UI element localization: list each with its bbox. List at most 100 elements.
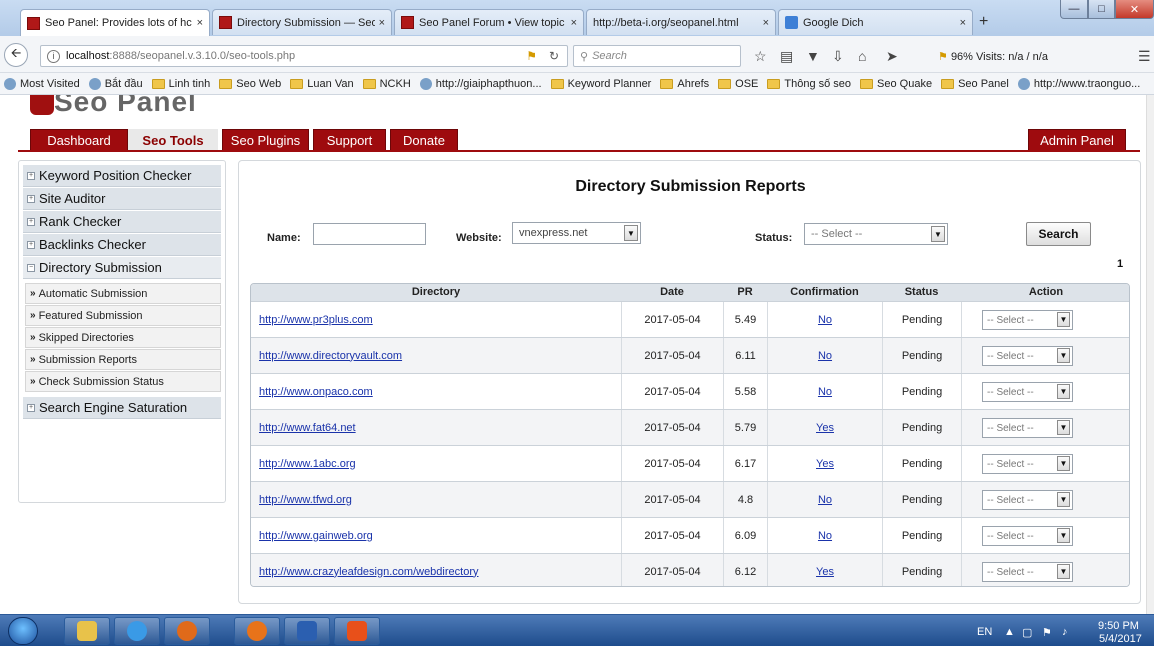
browser-tab[interactable]: Seo Panel: Provides lots of hc × (20, 9, 210, 36)
nav-donate[interactable]: Donate (390, 129, 458, 151)
close-tab-icon[interactable]: × (763, 17, 769, 29)
confirmation-link[interactable]: Yes (816, 458, 834, 470)
menu-icon[interactable]: ☰ (1138, 48, 1151, 65)
url-bar[interactable]: i localhost:8888/seopanel.v.3.10.0/seo-t… (40, 45, 568, 67)
sidebar-item-rank-checker[interactable]: + Rank Checker (23, 211, 221, 233)
action-select[interactable]: -- Select -- ▼ (982, 418, 1073, 438)
browser-tab[interactable]: Directory Submission — Seo × (212, 9, 392, 35)
bookmark-folder[interactable]: Seo Quake (860, 78, 932, 90)
pagination-page[interactable]: 1 (1117, 258, 1123, 270)
action-select[interactable]: -- Select -- ▼ (982, 382, 1073, 402)
taskbar-firefox[interactable] (234, 617, 280, 645)
sidebar-item-site-auditor[interactable]: + Site Auditor (23, 188, 221, 210)
bookmark-item[interactable]: http://www.traonguo... (1017, 77, 1140, 90)
action-select[interactable]: -- Select -- ▼ (982, 490, 1073, 510)
nav-dashboard[interactable]: Dashboard (30, 129, 128, 151)
chevron-down-icon[interactable]: ▼ (624, 225, 638, 241)
show-hidden-icons-icon[interactable]: ▲ (1004, 626, 1015, 638)
close-window-button[interactable]: ✕ (1115, 0, 1154, 19)
bookmark-folder[interactable]: Thông số seo (767, 78, 851, 90)
taskbar-media-player[interactable] (164, 617, 210, 645)
reading-list-icon[interactable]: ▤ (780, 48, 793, 65)
start-button[interactable] (8, 617, 38, 645)
browser-tab[interactable]: Google Dich × (778, 9, 973, 35)
browser-tab[interactable]: Seo Panel Forum • View topic × (394, 9, 584, 35)
search-input[interactable]: ⚲ Search (573, 45, 741, 67)
sidebar-subitem-featured-submission[interactable]: » Featured Submission (25, 305, 221, 326)
sidebar-subitem-automatic-submission[interactable]: » Automatic Submission (25, 283, 221, 304)
confirmation-link[interactable]: No (818, 494, 832, 506)
website-select[interactable]: vnexpress.net ▼ (512, 222, 641, 244)
site-info-icon[interactable]: i (47, 49, 60, 63)
bookmark-star-icon[interactable]: ☆ (754, 48, 767, 65)
chevron-down-icon[interactable]: ▼ (1057, 492, 1070, 507)
seo-panel-logo[interactable]: Seo Panel (54, 95, 197, 118)
sidebar-item-directory-submission[interactable]: − Directory Submission (23, 257, 221, 279)
nav-seo-plugins[interactable]: Seo Plugins (222, 129, 309, 151)
chevron-down-icon[interactable]: ▼ (1057, 456, 1070, 471)
bookmark-item[interactable]: Most Visited (4, 77, 80, 90)
action-center-icon[interactable]: ⚑ (1042, 626, 1052, 639)
chevron-down-icon[interactable]: ▼ (1057, 528, 1070, 543)
column-header-directory[interactable]: Directory (251, 286, 621, 298)
chevron-down-icon[interactable]: ▼ (931, 226, 945, 242)
bookmark-folder[interactable]: Keyword Planner (550, 78, 651, 90)
action-select[interactable]: -- Select -- ▼ (982, 346, 1073, 366)
chevron-down-icon[interactable]: ▼ (1057, 420, 1070, 435)
reload-icon[interactable]: ↻ (549, 49, 559, 63)
chevron-down-icon[interactable]: ▼ (1057, 348, 1070, 363)
directory-link[interactable]: http://www.gainweb.org (259, 530, 373, 542)
bookmark-folder[interactable]: OSE (718, 78, 758, 90)
status-select[interactable]: -- Select -- ▼ (804, 223, 948, 245)
chevron-down-icon[interactable]: ▼ (1057, 312, 1070, 327)
directory-link[interactable]: http://www.onpaco.com (259, 386, 373, 398)
action-select[interactable]: -- Select -- ▼ (982, 526, 1073, 546)
taskbar-word[interactable] (284, 617, 330, 645)
browser-tab[interactable]: http://beta-i.org/seopanel.html × (586, 9, 776, 35)
confirmation-link[interactable]: No (818, 350, 832, 362)
network-icon[interactable]: ▢ (1022, 626, 1032, 639)
download-icon[interactable]: ⇩ (832, 48, 844, 65)
bookmark-item[interactable]: Bắt đầu (88, 77, 143, 90)
search-button[interactable]: Search (1026, 222, 1091, 246)
bookmark-folder[interactable]: Seo Panel (941, 78, 1009, 90)
bookmark-folder[interactable]: NCKH (362, 78, 411, 90)
bookmark-folder[interactable]: Luan Van (290, 78, 354, 90)
confirmation-link[interactable]: No (818, 386, 832, 398)
bookmark-folder[interactable]: Linh tinh (151, 78, 210, 90)
taskbar-xampp[interactable] (334, 617, 380, 645)
confirmation-link[interactable]: Yes (816, 566, 834, 578)
column-header-date[interactable]: Date (621, 286, 723, 298)
action-select[interactable]: -- Select -- ▼ (982, 454, 1073, 474)
taskbar-internet-explorer[interactable] (114, 617, 160, 645)
taskbar-explorer[interactable] (64, 617, 110, 645)
page-scrollbar[interactable] (1146, 95, 1154, 614)
directory-link[interactable]: http://www.1abc.org (259, 458, 356, 470)
chevron-down-icon[interactable]: ▼ (1057, 384, 1070, 399)
name-field[interactable] (313, 223, 426, 245)
directory-link[interactable]: http://www.directoryvault.com (259, 350, 402, 362)
confirmation-link[interactable]: No (818, 314, 832, 326)
column-header-status[interactable]: Status (882, 286, 961, 298)
maximize-window-button[interactable]: □ (1088, 0, 1115, 19)
column-header-pr[interactable]: PR (723, 286, 767, 298)
sidebar-subitem-skipped-directories[interactable]: » Skipped Directories (25, 327, 221, 348)
clock-date[interactable]: 5/4/2017 (1099, 633, 1142, 645)
nav-seo-tools[interactable]: Seo Tools (128, 129, 218, 151)
confirmation-link[interactable]: Yes (816, 422, 834, 434)
close-tab-icon[interactable]: × (197, 17, 203, 29)
sidebar-item-backlinks[interactable]: + Backlinks Checker (23, 234, 221, 256)
directory-link[interactable]: http://www.fat64.net (259, 422, 356, 434)
bookmark-folder[interactable]: Ahrefs (660, 78, 709, 90)
send-icon[interactable]: ➤ (886, 48, 898, 65)
minimize-window-button[interactable]: — (1060, 0, 1088, 19)
sidebar-subitem-submission-reports[interactable]: » Submission Reports (25, 349, 221, 370)
directory-link[interactable]: http://www.pr3plus.com (259, 314, 373, 326)
nav-admin-panel[interactable]: Admin Panel (1028, 129, 1126, 151)
chevron-down-icon[interactable]: ▼ (1057, 564, 1070, 579)
close-tab-icon[interactable]: × (571, 17, 577, 29)
directory-link[interactable]: http://www.tfwd.org (259, 494, 352, 506)
confirmation-link[interactable]: No (818, 530, 832, 542)
seo-stats-addon[interactable]: ⚑ 96% Visits: n/a / n/a (938, 50, 1048, 63)
sidebar-item-keyword-position[interactable]: + Keyword Position Checker (23, 165, 221, 187)
